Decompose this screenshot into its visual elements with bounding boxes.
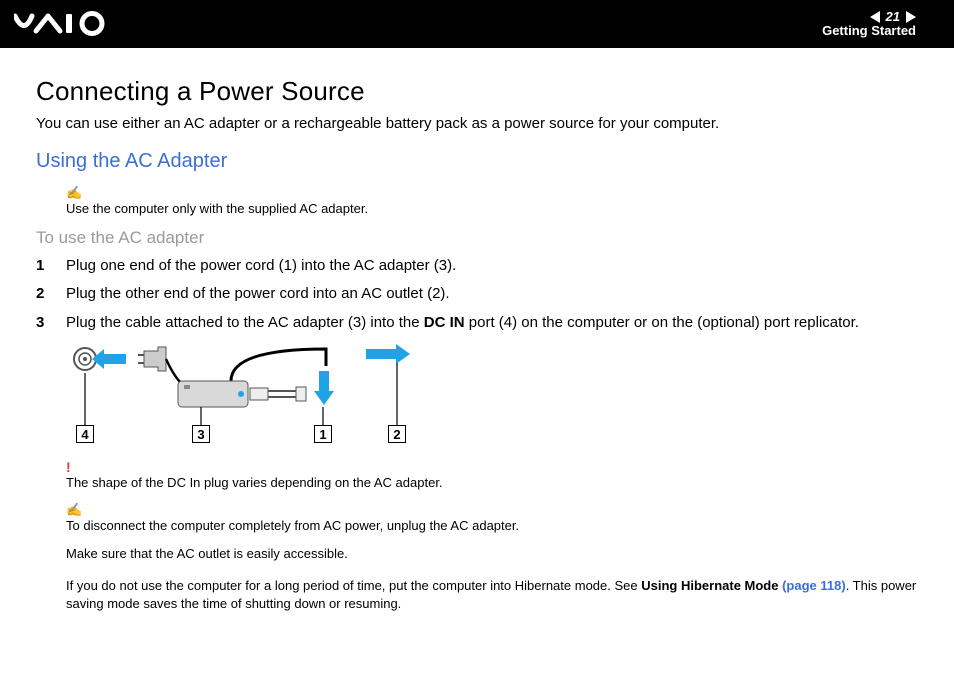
next-page-icon[interactable] bbox=[906, 11, 916, 23]
sub-heading: To use the AC adapter bbox=[36, 228, 918, 248]
intro-text: You can use either an AC adapter or a re… bbox=[36, 115, 918, 132]
callout-4: 4 bbox=[76, 425, 94, 443]
step-3-b: DC IN bbox=[424, 314, 465, 331]
note-1: Use the computer only with the supplied … bbox=[66, 201, 918, 216]
warning-text: The shape of the DC In plug varies depen… bbox=[66, 475, 918, 490]
callout-1: 1 bbox=[314, 425, 332, 443]
final-a: If you do not use the computer for a lon… bbox=[66, 578, 641, 593]
note-2: To disconnect the computer completely fr… bbox=[66, 518, 918, 533]
final-paragraph: If you do not use the computer for a lon… bbox=[66, 577, 918, 613]
final-b: Using Hibernate Mode bbox=[641, 578, 782, 593]
callout-2: 2 bbox=[388, 425, 406, 443]
page-title: Connecting a Power Source bbox=[36, 76, 918, 107]
page-header: 21 Getting Started bbox=[0, 0, 954, 48]
step-3: Plug the cable attached to the AC adapte… bbox=[36, 313, 918, 333]
warning-icon: ! bbox=[66, 459, 918, 475]
section-heading: Using the AC Adapter bbox=[36, 150, 918, 173]
hibernate-link[interactable]: (page 118) bbox=[782, 578, 846, 593]
step-2: Plug the other end of the power cord int… bbox=[36, 284, 918, 304]
step-3-c: port (4) on the computer or on the (opti… bbox=[465, 314, 859, 331]
note-3: Make sure that the AC outlet is easily a… bbox=[66, 545, 918, 563]
prev-page-icon[interactable] bbox=[870, 11, 880, 23]
header-meta: 21 Getting Started bbox=[822, 10, 936, 37]
vaio-logo-icon bbox=[14, 9, 124, 39]
callout-3: 3 bbox=[192, 425, 210, 443]
note-icon: ✍ bbox=[66, 185, 918, 201]
adapter-diagram-svg bbox=[66, 341, 426, 451]
brand-logo bbox=[14, 9, 124, 39]
step-1: Plug one end of the power cord (1) into … bbox=[36, 256, 918, 276]
step-list: Plug one end of the power cord (1) into … bbox=[36, 256, 918, 333]
step-3-a: Plug the cable attached to the AC adapte… bbox=[66, 314, 424, 331]
page-content: Connecting a Power Source You can use ei… bbox=[0, 48, 954, 613]
page-number: 21 bbox=[886, 10, 900, 24]
adapter-diagram: 4 3 1 2 bbox=[66, 341, 426, 451]
note-icon-2: ✍ bbox=[66, 502, 918, 518]
header-section: Getting Started bbox=[822, 24, 916, 38]
